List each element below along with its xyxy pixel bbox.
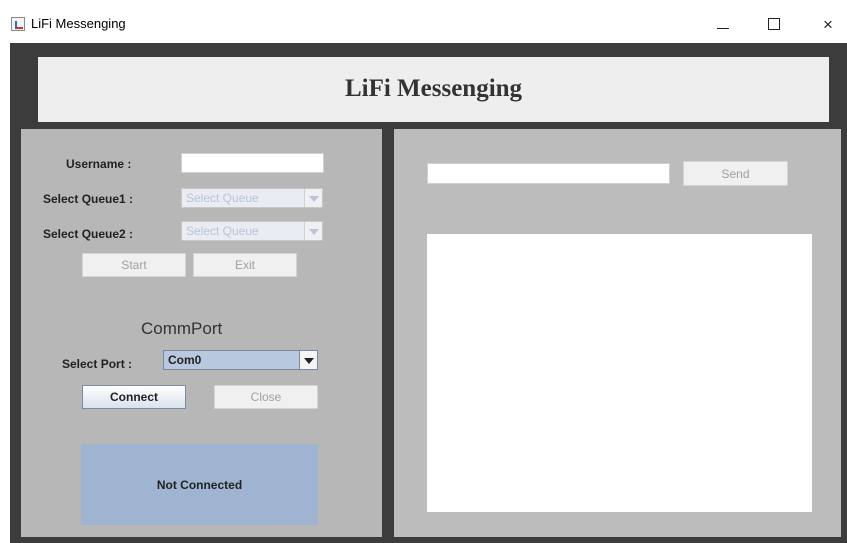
connect-button[interactable]: Connect <box>82 385 186 409</box>
port-select-value: Com0 <box>168 353 202 367</box>
exit-button[interactable]: Exit <box>193 253 297 277</box>
window-title-bar: LiFi Messenging × <box>0 0 847 43</box>
minimize-button[interactable] <box>706 9 740 39</box>
close-icon: × <box>823 14 833 34</box>
commport-title: CommPort <box>141 319 223 338</box>
select-port-label: Select Port : <box>62 357 133 371</box>
header-panel: LiFi Messenging <box>38 57 829 122</box>
queue1-label: Select Queue1 : <box>43 192 134 206</box>
window-title: LiFi Messenging <box>31 16 126 31</box>
chevron-down-icon[interactable] <box>304 189 322 207</box>
send-button[interactable]: Send <box>683 161 788 186</box>
queue1-select[interactable]: Select Queue <box>181 188 323 208</box>
maximize-button[interactable] <box>757 9 791 39</box>
queue1-select-value: Select Queue <box>186 191 259 205</box>
start-button[interactable]: Start <box>82 253 186 277</box>
chevron-down-icon[interactable] <box>304 222 322 240</box>
username-label: Username : <box>66 157 132 171</box>
queue2-label: Select Queue2 : <box>43 227 134 241</box>
minimize-icon <box>717 28 729 29</box>
queue2-select-value: Select Queue <box>186 224 259 238</box>
close-button[interactable]: × <box>811 9 845 39</box>
page-title: LiFi Messenging <box>344 75 523 102</box>
message-input[interactable] <box>427 163 670 184</box>
port-select[interactable]: Com0 <box>163 350 318 370</box>
username-input[interactable] <box>181 153 324 173</box>
chevron-down-icon[interactable] <box>299 351 317 369</box>
maximize-icon <box>768 18 780 30</box>
java-cup-icon <box>11 17 25 31</box>
message-display-area[interactable] <box>427 234 812 512</box>
queue2-select[interactable]: Select Queue <box>181 221 323 241</box>
connection-status-panel: Not Connected <box>81 444 318 525</box>
close-port-button[interactable]: Close <box>214 385 318 409</box>
connection-status-text: Not Connected <box>156 478 243 492</box>
